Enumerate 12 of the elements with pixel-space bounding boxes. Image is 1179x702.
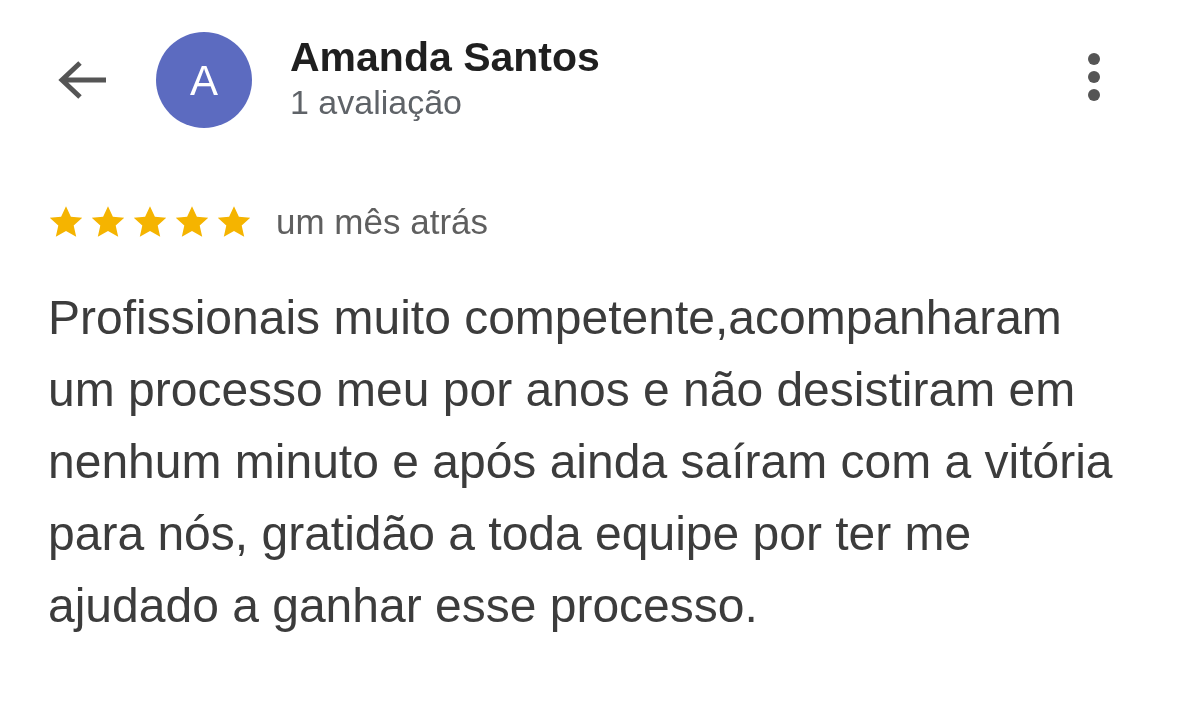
star-icon [48, 205, 84, 239]
star-icon [90, 205, 126, 239]
more-options-icon [1088, 53, 1100, 101]
star-icon [216, 205, 252, 239]
review-text: Profissionais muito competente,acompanharam um processo meu por anos e não desistiram em nenhum minuto e após ainda saíram com a vitória para nós, gratidão a toda equipe por ter me ajudado a ganhar esse processo. [48, 290, 1114, 634]
avatar: A [156, 32, 252, 128]
star-icon [174, 205, 210, 239]
review-count: 1 avaliação [290, 82, 463, 122]
back-arrow-icon [58, 60, 108, 100]
reviewer-name: Amanda Santos [290, 34, 600, 80]
review-time: um mês atrás [276, 202, 488, 242]
star-icon [132, 205, 168, 239]
